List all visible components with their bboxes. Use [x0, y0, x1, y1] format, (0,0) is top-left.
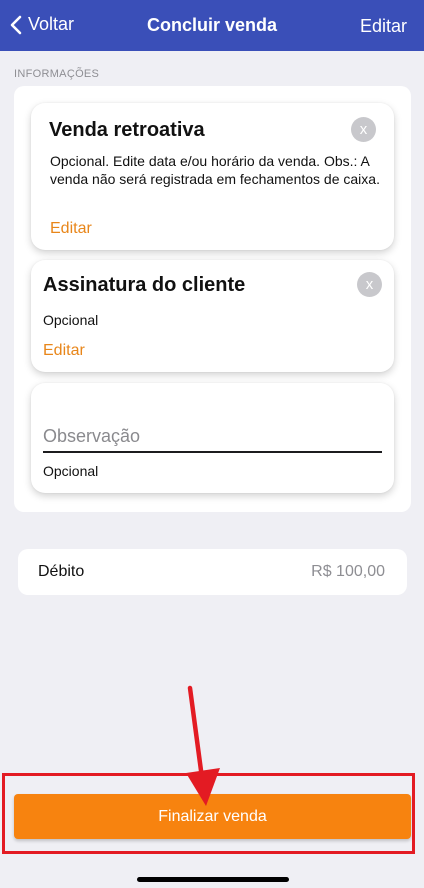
customer-signature-title: Assinatura do cliente [43, 274, 246, 296]
customer-signature-description: Opcional [43, 312, 99, 328]
payment-row[interactable]: Débito R$ 100,00 [18, 549, 407, 595]
edit-button[interactable]: Editar [360, 16, 407, 37]
info-section: Venda retroativa x Opcional. Edite data … [14, 86, 411, 512]
retroactive-sale-description: Opcional. Edite data e/ou horário da ven… [50, 153, 380, 187]
navigation-bar: Voltar Concluir venda Editar [0, 0, 424, 51]
retroactive-close-button[interactable]: x [351, 117, 376, 142]
payment-method: Débito [38, 563, 85, 580]
back-label: Voltar [28, 14, 75, 34]
payment-amount: R$ 100,00 [311, 563, 385, 580]
retroactive-edit-link[interactable]: Editar [50, 220, 92, 238]
home-indicator [137, 877, 289, 882]
chevron-left-icon [10, 15, 22, 34]
observation-hint: Opcional [43, 463, 99, 479]
customer-signature-card: Assinatura do cliente x Opcional Editar [31, 260, 394, 372]
observation-input[interactable] [43, 421, 382, 453]
observation-card: Opcional [31, 383, 394, 493]
back-button[interactable]: Voltar [10, 14, 74, 35]
signature-close-button[interactable]: x [357, 272, 382, 297]
section-header: INFORMAÇÕES [14, 68, 100, 80]
retroactive-sale-title: Venda retroativa [49, 119, 205, 141]
signature-edit-link[interactable]: Editar [43, 342, 85, 360]
close-icon: x [359, 121, 368, 138]
close-icon: x [365, 276, 374, 293]
highlight-box [2, 773, 415, 854]
retroactive-sale-card: Venda retroativa x Opcional. Edite data … [31, 103, 394, 250]
